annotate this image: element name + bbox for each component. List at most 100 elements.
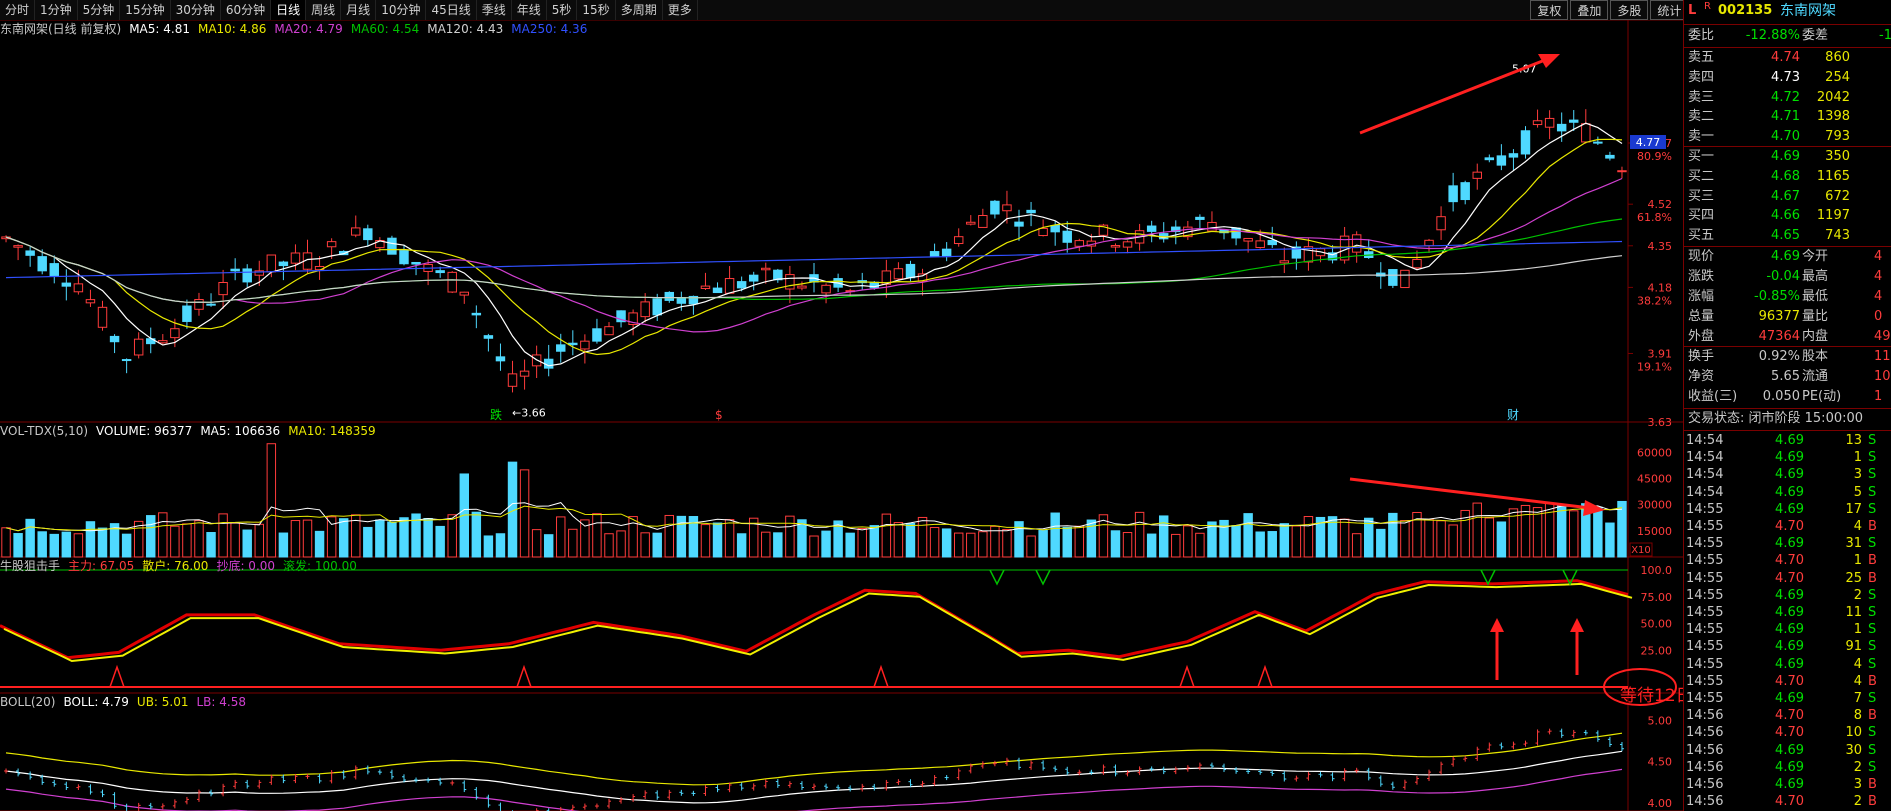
event-marker[interactable]: 跌 — [490, 407, 502, 422]
tick-volume: 3 — [1853, 777, 1862, 792]
candle-body — [1412, 258, 1422, 269]
period-tab[interactable]: 多周期 — [616, 0, 663, 20]
order-book-row[interactable]: 卖一 4.70 793 — [1684, 127, 1891, 147]
order-book-row[interactable]: 卖三 4.72 2042 — [1684, 88, 1891, 108]
period-tab[interactable]: 10分钟 — [376, 0, 427, 20]
retail-line — [3, 582, 1633, 663]
order-book-row[interactable]: 卖五 4.74 860 — [1684, 48, 1891, 68]
stat-row: 换手 0.92%股本 11. — [1684, 347, 1891, 367]
trend-arrow — [1359, 58, 1546, 135]
tick-side: B — [1868, 570, 1877, 586]
candle-body — [290, 252, 301, 264]
order-book-row[interactable]: 买二 4.68 1165 — [1684, 167, 1891, 187]
tick-time: 14:55 — [1686, 501, 1724, 517]
tick-time: 14:54 — [1686, 433, 1724, 448]
volume-bar — [978, 531, 988, 558]
candle-body — [966, 221, 976, 225]
toolbar-button[interactable]: 复权 — [1530, 0, 1569, 20]
candle-body — [1556, 123, 1567, 132]
top-signal — [989, 569, 1005, 586]
stat-value: 0.050 — [1762, 389, 1800, 404]
candle-body — [1388, 269, 1398, 286]
volume-bar — [13, 533, 23, 558]
tick-time: 14:55 — [1686, 553, 1724, 569]
tick-volume: 2 — [1853, 587, 1862, 603]
toolbar-button[interactable]: 叠加 — [1570, 0, 1609, 20]
period-tab[interactable]: 月线 — [341, 0, 377, 20]
candle-body — [447, 271, 457, 293]
volume-bar — [170, 525, 180, 558]
order-book-row[interactable]: 买五 4.65 743 — [1684, 226, 1891, 246]
period-tab[interactable]: 30分钟 — [171, 0, 221, 20]
tick-price: 4.70 — [1775, 570, 1804, 586]
order-book-row[interactable]: 买一 4.69 350 — [1684, 147, 1891, 167]
tick-time: 14:55 — [1686, 691, 1724, 706]
stat-row: 净资 5.65流通 10. — [1684, 367, 1891, 387]
candle-body — [712, 287, 723, 294]
volume-bar — [206, 532, 216, 558]
stat-value: 49 — [1874, 329, 1891, 344]
candle-body — [507, 373, 518, 387]
event-marker[interactable]: 财 — [1507, 408, 1519, 422]
event-marker[interactable]: $ — [715, 408, 723, 422]
sniper-axis-label: 100.0 — [1641, 564, 1673, 577]
candle-body — [170, 328, 180, 339]
tick-row: 14:56 4.69 3 B — [1684, 776, 1891, 794]
period-tab[interactable]: 更多 — [663, 0, 698, 20]
period-tab[interactable]: 5秒 — [547, 0, 578, 20]
candle-body — [568, 342, 578, 346]
period-tab[interactable]: 季线 — [477, 0, 512, 20]
volume-bar — [435, 525, 445, 558]
tick-side: S — [1868, 450, 1877, 466]
volume-bar — [568, 528, 578, 558]
level-label: 买五 — [1688, 228, 1715, 244]
candle-body — [1002, 204, 1012, 212]
period-tab[interactable]: 45日线 — [426, 0, 477, 20]
order-book-row[interactable]: 买四 4.66 1197 — [1684, 206, 1891, 226]
quote-header[interactable]: L R 002135 东南网架 — [1684, 0, 1891, 22]
candle-body — [13, 245, 23, 248]
candle-body — [580, 340, 590, 350]
tick-row: 14:54 4.69 5 S — [1684, 484, 1891, 502]
period-tab[interactable]: 5分钟 — [78, 0, 121, 20]
ma-line — [5, 177, 1623, 333]
indicator-legend: 滚发: 100.00 — [283, 559, 357, 573]
period-tab[interactable]: 年线 — [512, 0, 547, 20]
boll-band — [5, 750, 1623, 804]
period-tab[interactable]: 60分钟 — [221, 0, 272, 20]
volume-bar — [640, 532, 650, 558]
toolbar-button[interactable]: 多股 — [1610, 0, 1649, 20]
tick-volume: 11 — [1845, 605, 1862, 620]
candle-body — [61, 282, 72, 287]
stock-chart[interactable]: 4.7780.9% 4.5261.8% 4.35 4.1838.2% 3.9119.1%… — [0, 20, 1683, 811]
volume-bar — [483, 535, 494, 558]
quote-panel: L R 002135 东南网架 委比 -12.88% 委差 -1 卖五 4.74 8… — [1683, 0, 1891, 811]
volume-bar — [495, 533, 506, 558]
volume-bar — [1303, 516, 1314, 558]
period-tab[interactable]: 15秒 — [577, 0, 616, 20]
period-tab[interactable]: 分时 — [0, 0, 36, 20]
period-tab[interactable]: 周线 — [306, 0, 342, 20]
order-book-row[interactable]: 卖二 4.71 1398 — [1684, 107, 1891, 127]
period-tab[interactable]: 1分钟 — [35, 0, 78, 20]
boll-band — [5, 732, 1623, 786]
candle-body — [218, 282, 228, 296]
r-badge: R — [1704, 1, 1711, 12]
bottom-signal — [516, 664, 532, 688]
tick-side: S — [1868, 536, 1877, 552]
volume-bar — [194, 520, 204, 558]
weicha-value: -1 — [1879, 28, 1891, 43]
level-volume: 2042 — [1816, 89, 1850, 105]
period-tab[interactable]: 日线 — [271, 0, 307, 20]
stat-value: 0.92% — [1758, 349, 1800, 364]
volume-bar — [1171, 533, 1181, 558]
tick-volume: 91 — [1845, 639, 1862, 655]
period-tab[interactable]: 15分钟 — [120, 0, 171, 20]
sniper-axis-label: 50.00 — [1641, 618, 1673, 631]
tick-price: 4.70 — [1775, 725, 1804, 741]
order-book-row[interactable]: 买三 4.67 672 — [1684, 187, 1891, 207]
volume-bar — [929, 527, 940, 558]
order-book-row[interactable]: 卖四 4.73 254 — [1684, 68, 1891, 88]
candle-body — [1074, 240, 1085, 247]
stat-value: 96377 — [1758, 309, 1800, 324]
